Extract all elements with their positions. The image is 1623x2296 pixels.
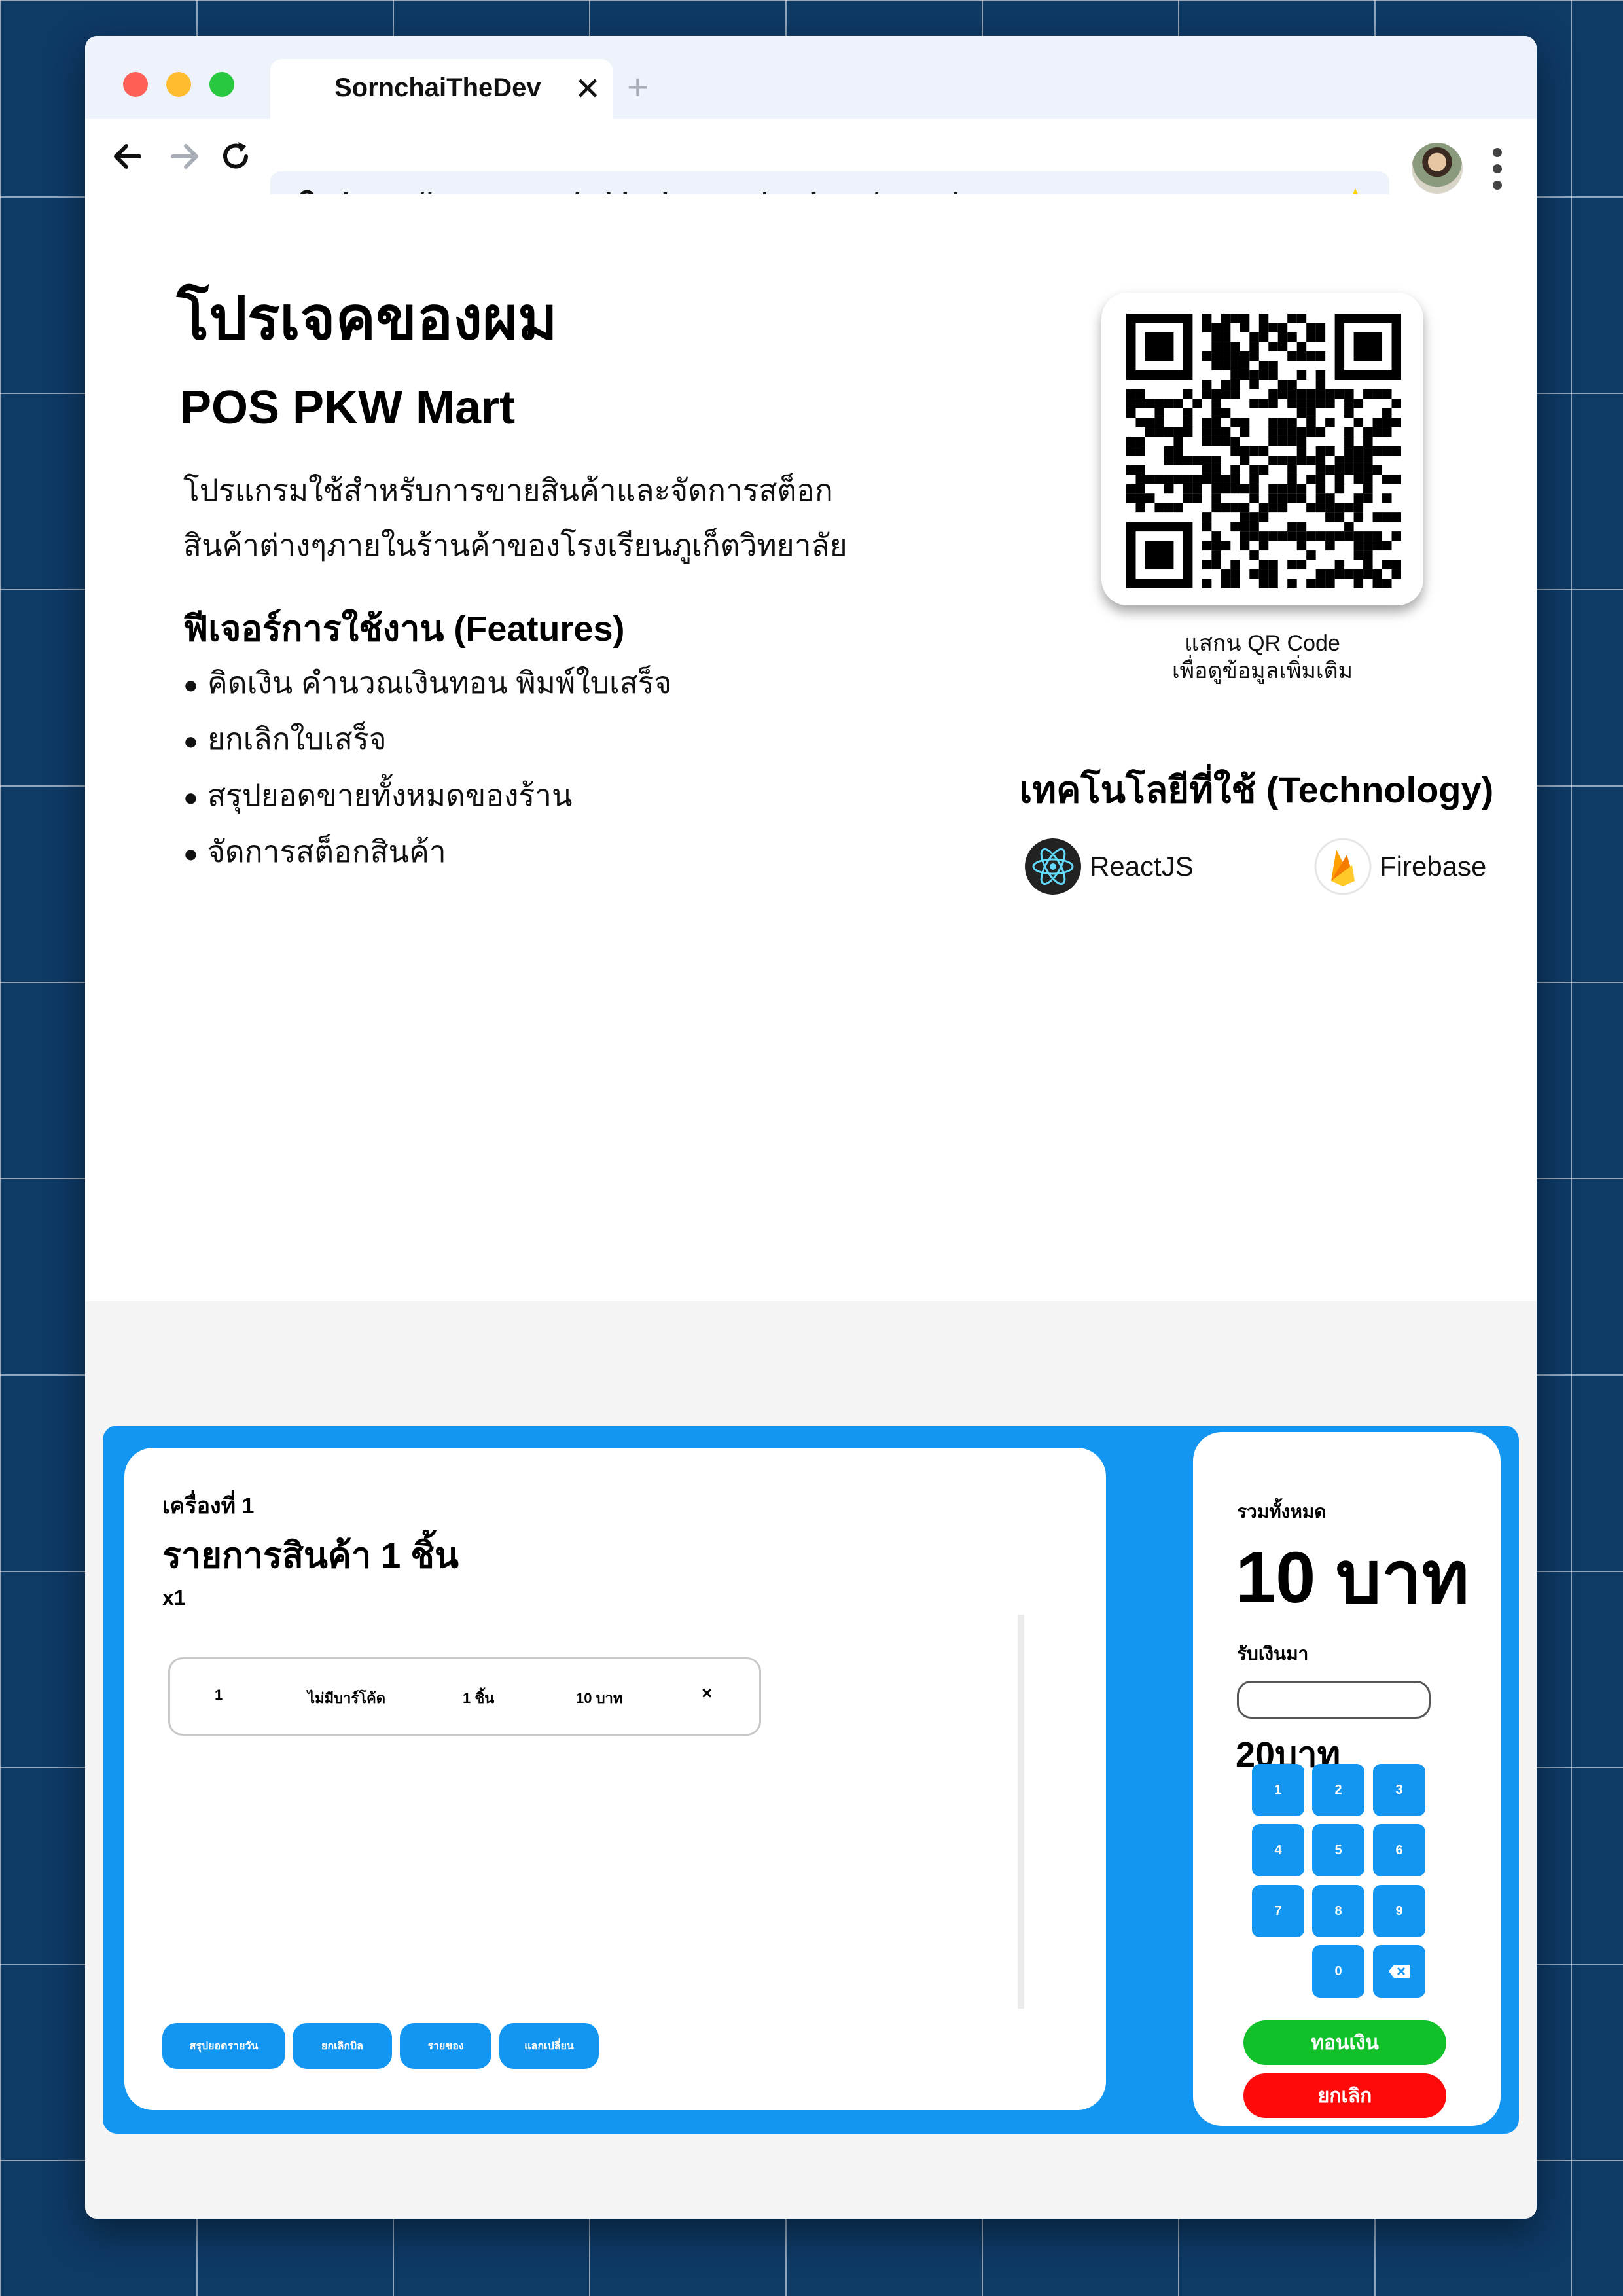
project-description: โปรแกรมใช้สำหรับการขายสินค้าและจัดการสต็… [183,463,936,573]
technology-title: เทคโนโลยีที่ใช้ (Technology) [1020,769,1494,810]
browser-window: SornchaiTheDev ✕ + https://www.sornchait… [85,36,1537,2219]
qr-code-icon [1126,314,1401,588]
description-line: สินค้าต่างๆภายในร้านค้าของโรงเรียนภูเก็ต… [183,528,847,562]
tab-bar: SornchaiTheDev ✕ + [85,36,1537,119]
maximize-window-button[interactable] [209,72,234,97]
qr-caption-line: แสกน QR Code [1185,631,1340,656]
firebase-icon [1314,838,1372,895]
page-content: โปรเจคของผม POS PKW Mart โปรแกรมใช้สำหรั… [85,194,1537,1338]
tab-title: SornchaiTheDev [334,73,541,102]
navigation-bar: https://www.sornchaithedev.com/projects/… [85,119,1537,237]
description-line: โปรแกรมใช้สำหรับการขายสินค้าและจัดการสต็… [183,473,833,507]
browser-menu-icon[interactable] [1491,146,1504,192]
feature-item: คิดเงิน คำนวณเงินทอน พิมพ์ใบเสร็จ [183,656,672,712]
qr-caption-line: เพื่อดูข้อมูลเพิ่มเติม [1171,658,1353,683]
project-name: POS PKW Mart [180,382,516,434]
tech-label: Firebase [1380,851,1487,882]
tech-item-react: ReactJS [1024,837,1194,896]
qr-code [1101,293,1423,605]
browser-tab[interactable]: SornchaiTheDev ✕ [270,59,613,119]
tech-label: ReactJS [1090,851,1194,882]
feature-item: จัดการสต็อกสินค้า [183,825,671,881]
close-window-button[interactable] [123,72,148,97]
qr-caption: แสกน QR Code เพื่อดูข้อมูลเพิ่มเติม [1101,630,1423,685]
new-tab-button[interactable]: + [627,69,649,105]
features-list: คิดเงิน คำนวณเงินทอน พิมพ์ใบเสร็จ ยกเลิก… [183,656,672,881]
reload-icon[interactable] [216,137,255,176]
react-icon [1025,838,1081,895]
profile-avatar[interactable] [1412,143,1463,194]
back-arrow-icon[interactable] [108,137,147,176]
feature-item: ยกเลิกใบเสร็จ [183,712,671,768]
minimize-window-button[interactable] [166,72,191,97]
features-title: ฟีเจอร์การใช้งาน (Features) [183,609,625,649]
screenshot-section [85,1301,1537,2219]
close-tab-icon[interactable]: ✕ [575,71,601,107]
feature-item: สรุปยอดขายทั้งหมดของร้าน [183,768,671,825]
tech-item-firebase: Firebase [1314,837,1486,896]
forward-arrow-icon[interactable] [165,137,204,176]
page-heading: โปรเจคของผม [177,285,558,352]
